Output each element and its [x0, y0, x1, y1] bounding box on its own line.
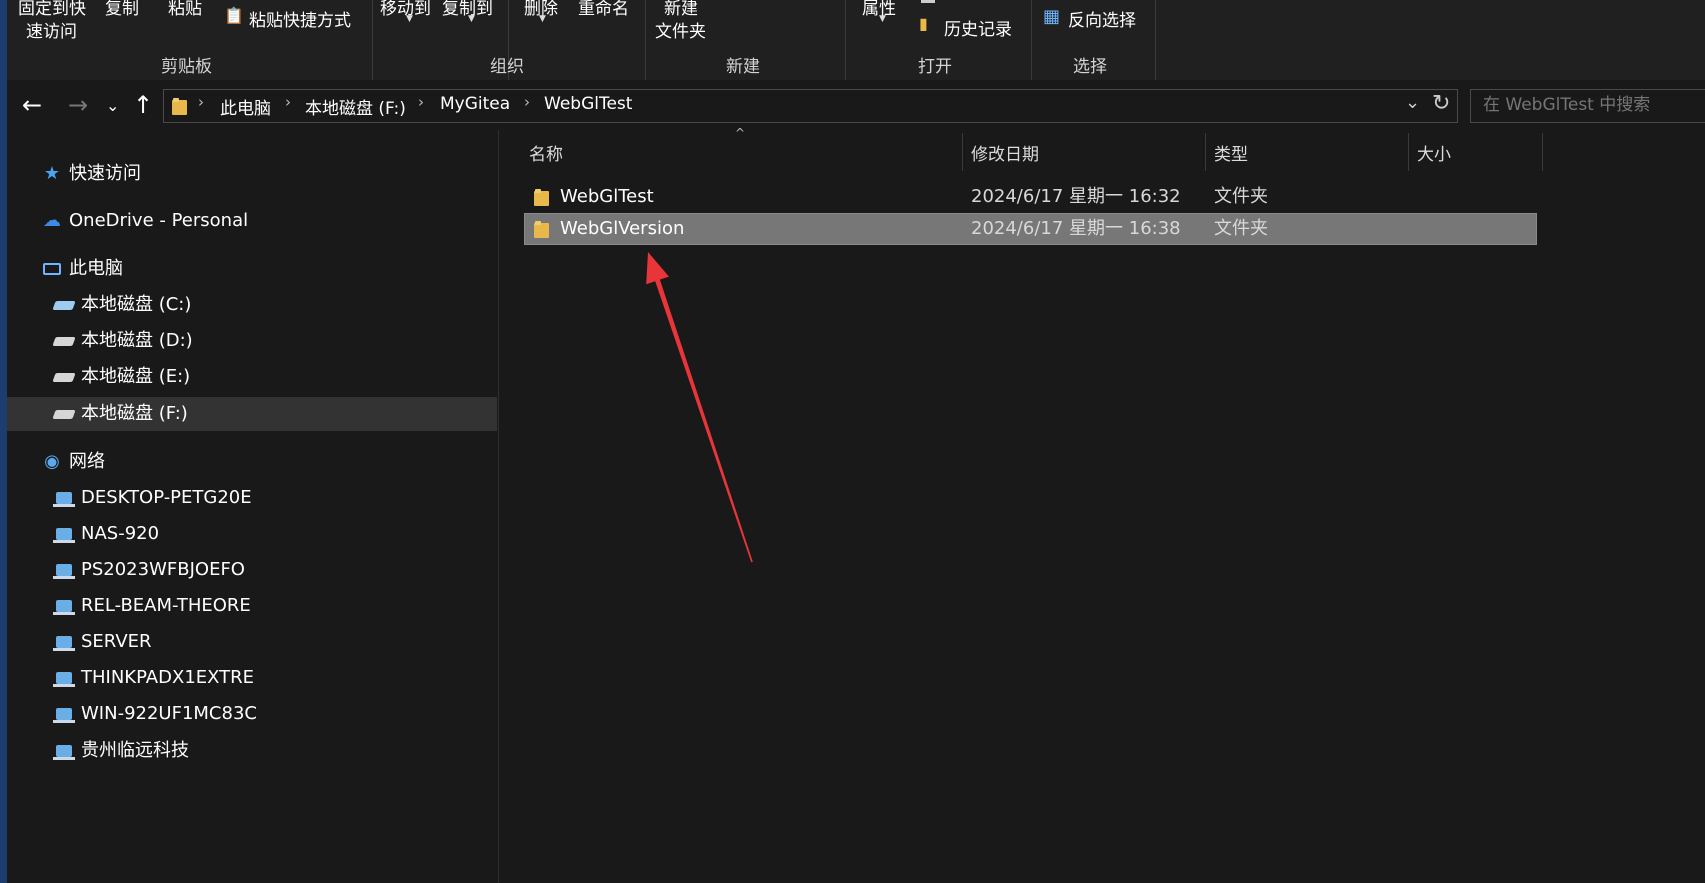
annotation-arrow [646, 252, 753, 563]
